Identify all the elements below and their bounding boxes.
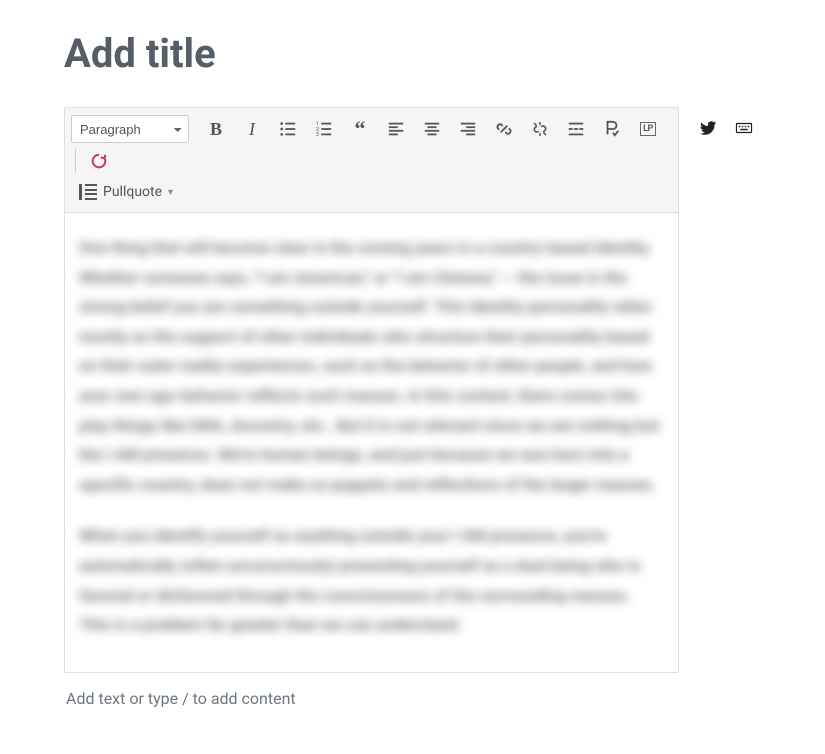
align-right-button[interactable]: [451, 114, 485, 144]
refresh-icon[interactable]: [82, 146, 116, 176]
editor-content[interactable]: One thing that will become clear in the …: [65, 213, 678, 672]
italic-button[interactable]: I: [235, 114, 269, 144]
svg-text:3: 3: [316, 132, 319, 138]
post-title-input[interactable]: [64, 30, 761, 77]
pullquote-icon: [79, 184, 97, 200]
body-paragraph[interactable]: One thing that will become clear in the …: [79, 233, 664, 499]
block-side-tools: [691, 107, 761, 143]
twitter-icon[interactable]: [691, 113, 725, 143]
toolbar-divider: [75, 149, 76, 173]
bulleted-list-button[interactable]: [271, 114, 305, 144]
keyboard-icon[interactable]: [727, 113, 761, 143]
insert-more-button[interactable]: [559, 114, 593, 144]
paragraph-format-select[interactable]: Paragraph: [71, 115, 189, 143]
body-paragraph[interactable]: When you identify yourself as anything o…: [79, 521, 664, 639]
unlink-button[interactable]: [523, 114, 557, 144]
add-block-prompt[interactable]: Add text or type / to add content: [64, 673, 761, 724]
lp-button[interactable]: LP: [631, 114, 665, 144]
chevron-down-icon: ▾: [168, 187, 173, 198]
pullquote-label: Pullquote: [103, 184, 162, 200]
editor-toolbar: Paragraph B I 123 “: [65, 108, 678, 213]
blockquote-button[interactable]: “: [343, 114, 377, 144]
align-center-button[interactable]: [415, 114, 449, 144]
classic-editor-block: Paragraph B I 123 “: [64, 107, 679, 673]
align-left-button[interactable]: [379, 114, 413, 144]
pullquote-button[interactable]: Pullquote ▾: [71, 180, 181, 204]
insert-link-button[interactable]: [487, 114, 521, 144]
bold-button[interactable]: B: [199, 114, 233, 144]
spellcheck-button[interactable]: [595, 114, 629, 144]
numbered-list-button[interactable]: 123: [307, 114, 341, 144]
